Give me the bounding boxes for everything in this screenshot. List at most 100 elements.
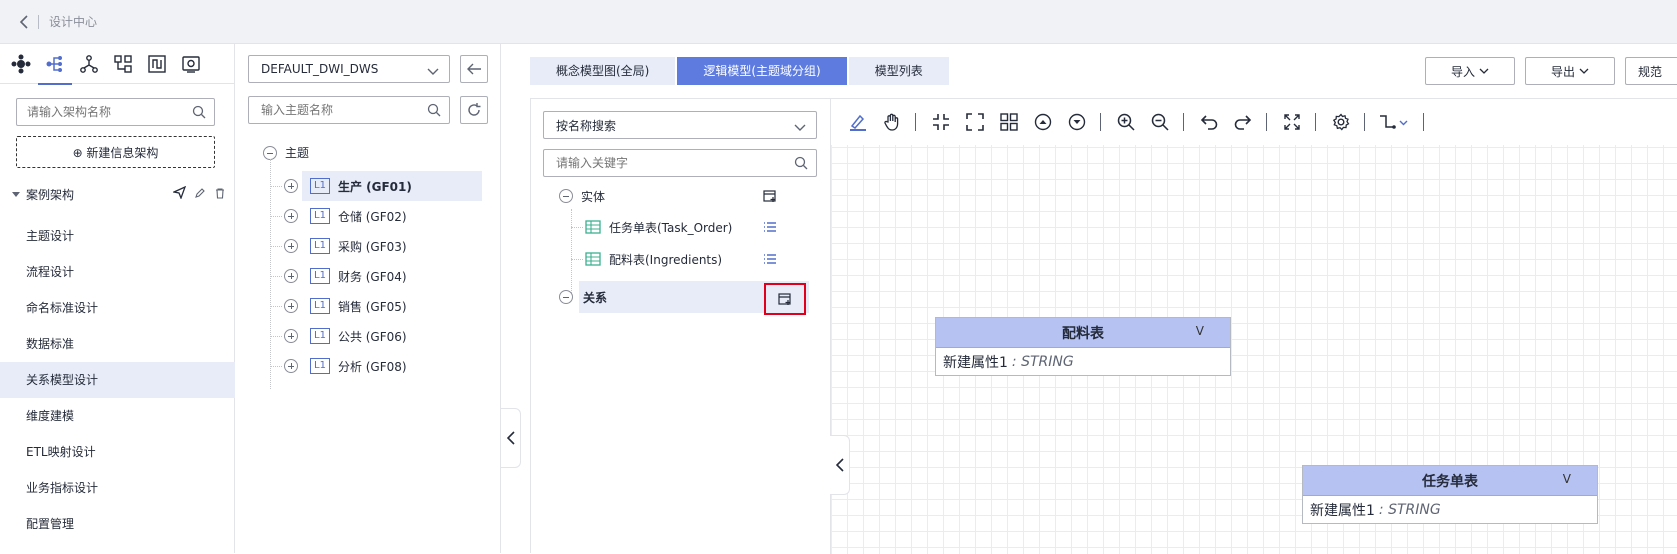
entity-card-toggle[interactable]: V bbox=[1563, 472, 1571, 486]
hand-icon[interactable] bbox=[879, 109, 905, 135]
edit-icon[interactable] bbox=[194, 187, 206, 202]
expand-icon[interactable] bbox=[284, 179, 298, 193]
etl-icon[interactable] bbox=[140, 44, 174, 84]
entity-group[interactable]: 实体 bbox=[559, 181, 605, 211]
undo-icon[interactable] bbox=[1196, 109, 1222, 135]
entity-card-title: 任务单表 bbox=[1422, 473, 1478, 490]
fullscreen-icon[interactable] bbox=[962, 109, 988, 135]
delete-icon[interactable] bbox=[214, 187, 226, 202]
divider bbox=[38, 14, 39, 29]
expand-icon[interactable] bbox=[284, 269, 298, 283]
top-bar: 设计中心 bbox=[0, 0, 1677, 44]
architecture-search-input[interactable] bbox=[17, 99, 182, 125]
expand-icon[interactable] bbox=[284, 239, 298, 253]
collapse-icon[interactable] bbox=[559, 189, 573, 203]
settings-icon[interactable] bbox=[1328, 109, 1354, 135]
keyword-search-input[interactable] bbox=[544, 150, 784, 176]
spec-button[interactable]: 规范 bbox=[1625, 57, 1677, 85]
nav-item-relational-model[interactable]: 关系模型设计 bbox=[0, 362, 235, 398]
search-icon[interactable] bbox=[427, 103, 441, 120]
tab-logical-model[interactable]: 逻辑模型(主题域分组) bbox=[677, 57, 847, 85]
entity-card-task-order[interactable]: 任务单表 V 新建属性1 : STRING bbox=[1302, 465, 1598, 524]
nav-item-dimension-modeling[interactable]: 维度建模 bbox=[0, 398, 235, 434]
nav-item-subject-design[interactable]: 主题设计 bbox=[0, 218, 235, 254]
entity-card-header[interactable]: 配料表 V bbox=[936, 318, 1230, 348]
nav-item-config-management[interactable]: 配置管理 bbox=[0, 506, 235, 542]
zoom-in-icon[interactable] bbox=[1113, 109, 1139, 135]
collapse-all-icon[interactable] bbox=[1064, 109, 1090, 135]
subject-item[interactable]: L1 公共 (GF06) bbox=[270, 321, 490, 351]
subject-item[interactable]: L1 生产 (GF01) bbox=[270, 171, 490, 201]
field-list-icon[interactable] bbox=[761, 250, 779, 268]
entity-card-ingredients[interactable]: 配料表 V 新建属性1 : STRING bbox=[935, 317, 1231, 376]
flow-icon[interactable] bbox=[106, 44, 140, 84]
entity-item[interactable]: 任务单表(Task_Order) bbox=[571, 212, 732, 242]
new-architecture-button[interactable]: ⊕ 新建信息架构 bbox=[16, 136, 215, 168]
subject-item[interactable]: L1 分析 (GF08) bbox=[270, 351, 490, 381]
caret-down-icon[interactable] bbox=[12, 191, 20, 197]
subject-item[interactable]: L1 采购 (GF03) bbox=[270, 231, 490, 261]
field-list-icon[interactable] bbox=[761, 218, 779, 236]
add-entity-icon[interactable] bbox=[761, 187, 779, 205]
expand-icon[interactable] bbox=[284, 359, 298, 373]
entity-attribute[interactable]: 新建属性1 : STRING bbox=[936, 348, 1230, 375]
add-relation-button[interactable] bbox=[764, 283, 806, 315]
expand-icon[interactable] bbox=[284, 299, 298, 313]
hierarchy-icon[interactable] bbox=[72, 44, 106, 84]
search-mode-select[interactable]: 按名称搜索 bbox=[543, 111, 817, 139]
maximize-icon[interactable] bbox=[1279, 109, 1305, 135]
refresh-button[interactable] bbox=[460, 96, 488, 124]
keyword-search bbox=[543, 149, 817, 177]
subject-item[interactable]: L1 仓储 (GF02) bbox=[270, 201, 490, 231]
relation-group-toggle[interactable] bbox=[559, 282, 573, 312]
breadcrumb[interactable]: 设计中心 bbox=[49, 13, 97, 30]
collapse-subject-handle[interactable] bbox=[501, 408, 521, 468]
collapse-icon[interactable] bbox=[559, 290, 573, 304]
fit-content-icon[interactable] bbox=[928, 109, 954, 135]
relation-group-label: 关系 bbox=[583, 290, 608, 305]
search-icon[interactable] bbox=[192, 105, 206, 122]
brush-icon[interactable] bbox=[845, 109, 871, 135]
connector-style-icon[interactable] bbox=[1377, 109, 1413, 135]
entity-attribute[interactable]: 新建属性1 : STRING bbox=[1303, 496, 1597, 523]
architecture-tree-header[interactable]: 案例架构 bbox=[12, 184, 230, 204]
subject-panel: DEFAULT_DWI_DWS 主题 L1 生产 (GF01) L1 仓储 (GF0… bbox=[235, 44, 501, 553]
redo-icon[interactable] bbox=[1230, 109, 1256, 135]
collapse-icon[interactable] bbox=[263, 145, 277, 160]
nav-item-etl-mapping[interactable]: ETL映射设计 bbox=[0, 434, 235, 470]
metric-icon[interactable] bbox=[174, 44, 208, 84]
subject-item[interactable]: L1 销售 (GF05) bbox=[270, 291, 490, 321]
subject-root-label: 主题 bbox=[285, 146, 310, 160]
arrow-left-icon bbox=[467, 63, 481, 75]
export-button[interactable]: 导出 bbox=[1525, 57, 1615, 85]
entity-item[interactable]: 配料表(Ingredients) bbox=[571, 244, 722, 274]
chevron-down-icon bbox=[794, 121, 806, 135]
network-icon[interactable] bbox=[4, 44, 38, 84]
expand-all-icon[interactable] bbox=[1030, 109, 1056, 135]
entity-card-header[interactable]: 任务单表 V bbox=[1303, 466, 1597, 496]
zoom-out-icon[interactable] bbox=[1147, 109, 1173, 135]
search-icon[interactable] bbox=[794, 156, 808, 173]
subject-search-input[interactable] bbox=[249, 97, 419, 123]
entity-card-toggle[interactable]: V bbox=[1196, 324, 1204, 338]
nav-item-data-standard[interactable]: 数据标准 bbox=[0, 326, 235, 362]
send-icon[interactable] bbox=[171, 185, 187, 202]
expand-icon[interactable] bbox=[284, 329, 298, 343]
nav-item-process-design[interactable]: 流程设计 bbox=[0, 254, 235, 290]
tab-model-list[interactable]: 模型列表 bbox=[848, 57, 949, 85]
subject-item-label: 采购 (GF03) bbox=[337, 239, 407, 254]
tab-conceptual-model[interactable]: 概念模型图(全局) bbox=[530, 57, 676, 85]
workspace-select-value: DEFAULT_DWI_DWS bbox=[261, 62, 379, 76]
branch-tree-icon[interactable] bbox=[38, 44, 72, 85]
grid-layout-icon[interactable] bbox=[996, 109, 1022, 135]
collapse-entity-panel-handle[interactable] bbox=[830, 435, 850, 495]
nav-item-naming-standard[interactable]: 命名标准设计 bbox=[0, 290, 235, 326]
expand-icon[interactable] bbox=[284, 209, 298, 223]
import-button[interactable]: 导入 bbox=[1425, 57, 1515, 85]
collapse-left-button[interactable] bbox=[460, 55, 488, 83]
nav-item-business-metric[interactable]: 业务指标设计 bbox=[0, 470, 235, 506]
back-icon[interactable] bbox=[16, 14, 32, 30]
model-canvas[interactable]: 配料表 V 新建属性1 : STRING 任务单表 V 新建属性1 : STRI… bbox=[830, 99, 1677, 554]
subject-item[interactable]: L1 财务 (GF04) bbox=[270, 261, 490, 291]
workspace-select[interactable]: DEFAULT_DWI_DWS bbox=[248, 55, 450, 83]
